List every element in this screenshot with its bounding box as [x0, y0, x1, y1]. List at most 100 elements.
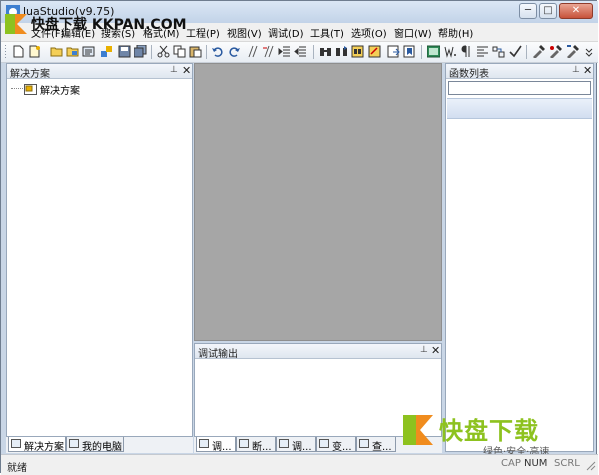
save-all-icon[interactable]	[134, 45, 147, 58]
uncomment-icon[interactable]	[262, 45, 275, 58]
replace-icon[interactable]	[368, 45, 381, 58]
new-file-icon[interactable]	[12, 45, 25, 58]
pin-icon[interactable]: ⊥	[572, 65, 580, 76]
tab-breakpoints[interactable]: 断...	[236, 437, 276, 453]
variables-tab-icon	[319, 439, 329, 448]
maximize-button[interactable]: □	[539, 3, 557, 19]
app-window: luaStudio(v9.75) ─ □ ✕ 快盘下载 KKPAN.COM 文件…	[0, 0, 598, 475]
tab-variables-label: 变...	[332, 442, 352, 453]
tab-watch[interactable]: 查...	[356, 437, 396, 453]
goto-line-icon[interactable]	[387, 45, 400, 58]
tab-watch-label: 查...	[372, 442, 392, 453]
tree-item-solution[interactable]: 解决方案	[40, 82, 80, 97]
indent-icon[interactable]	[278, 45, 291, 58]
debug-pane-header: 调试输出 ⊥ ✕	[195, 344, 441, 360]
open-recent-icon[interactable]	[82, 45, 95, 58]
new-project-icon[interactable]	[28, 45, 41, 58]
editor-area[interactable]	[194, 63, 442, 341]
compile-icon[interactable]	[532, 45, 545, 58]
output-window-icon[interactable]	[427, 45, 440, 58]
solution-folder-icon	[24, 84, 37, 95]
solution-pane-title: 解决方案	[10, 69, 50, 80]
build-all-icon[interactable]	[566, 45, 579, 58]
tab-debug[interactable]: 调...	[196, 437, 236, 453]
debug-pane-title: 调试输出	[198, 349, 238, 360]
resize-grip-icon[interactable]	[585, 460, 596, 471]
tab-solution-label: 解决方案	[24, 442, 64, 453]
bookmark-icon[interactable]	[403, 45, 416, 58]
paragraph-icon[interactable]	[460, 45, 473, 58]
toolbar-overflow-icon[interactable]	[583, 45, 596, 58]
solution-pane-header: 解决方案 ⊥ ✕	[7, 64, 192, 80]
find-icon[interactable]	[319, 45, 332, 58]
pin-icon[interactable]: ⊥	[420, 345, 428, 356]
menu-options[interactable]: 选项(O)	[351, 25, 387, 40]
tab-variables[interactable]: 变...	[316, 437, 356, 453]
toolbar-separator	[421, 45, 422, 59]
menu-tools[interactable]: 工具(T)	[310, 25, 344, 40]
open-folder-icon[interactable]	[50, 45, 63, 58]
solution-tab-icon	[11, 439, 21, 448]
toolbar-separator	[526, 45, 527, 59]
function-list-pane: 函数列表 ⊥ ✕	[445, 63, 594, 452]
whitespace-icon[interactable]	[444, 45, 457, 58]
close-pane-icon[interactable]: ✕	[182, 64, 191, 77]
syntax-check-icon[interactable]	[509, 45, 522, 58]
pin-icon[interactable]: ⊥	[170, 65, 178, 76]
paste-icon[interactable]	[189, 45, 202, 58]
save-icon[interactable]	[118, 45, 131, 58]
scrl-indicator: SCRL	[554, 458, 580, 469]
menu-debug[interactable]: 调试(D)	[268, 25, 304, 40]
function-pane-header: 函数列表 ⊥ ✕	[446, 64, 593, 80]
function-filter-input[interactable]	[448, 81, 591, 95]
open-project-icon[interactable]	[66, 45, 79, 58]
computer-icon	[69, 439, 79, 448]
menu-help[interactable]: 帮助(H)	[438, 25, 473, 40]
kkpan-logo-icon	[5, 14, 27, 34]
num-indicator: NUM	[524, 458, 548, 469]
toolbar-separator	[313, 45, 314, 59]
toolbar-grip[interactable]	[5, 45, 6, 59]
kkpan-badge-icon	[403, 415, 433, 445]
solution-tree: 解决方案	[11, 82, 186, 97]
function-pane-title: 函数列表	[449, 69, 489, 80]
build-icon[interactable]	[549, 45, 562, 58]
tab-breakpoints-label: 断...	[252, 442, 272, 453]
debug-tab-icon	[199, 439, 209, 448]
close-pane-icon[interactable]: ✕	[583, 64, 592, 77]
status-text: 就绪	[7, 463, 27, 474]
brand-main-text: 快盘下载	[439, 417, 539, 445]
status-bar: 就绪 CAP NUM SCRL	[1, 454, 598, 475]
menu-window[interactable]: 窗口(W)	[394, 25, 432, 40]
callstack-tab-icon	[279, 439, 289, 448]
close-button[interactable]: ✕	[559, 3, 593, 19]
tab-size-icon[interactable]	[492, 45, 505, 58]
breakpoint-tab-icon	[239, 439, 249, 448]
find-next-icon[interactable]	[335, 45, 348, 58]
cut-icon[interactable]	[157, 45, 170, 58]
copy-icon[interactable]	[173, 45, 186, 58]
tree-connector	[11, 88, 23, 89]
toolbar-separator	[151, 45, 152, 59]
tab-my-computer-label: 我的电脑	[82, 442, 122, 453]
minimize-button[interactable]: ─	[519, 3, 537, 19]
undo-icon[interactable]	[211, 45, 224, 58]
watch-tab-icon	[359, 439, 369, 448]
project-settings-icon[interactable]	[100, 45, 113, 58]
toolbar	[1, 42, 598, 63]
toolbar-separator	[206, 45, 207, 59]
tab-callstack[interactable]: 调...	[276, 437, 316, 453]
menu-view[interactable]: 视图(V)	[227, 25, 262, 40]
find-in-files-icon[interactable]	[351, 45, 364, 58]
comment-icon[interactable]	[246, 45, 259, 58]
tab-solution[interactable]: 解决方案	[8, 437, 66, 453]
tab-my-computer[interactable]: 我的电脑	[66, 437, 124, 453]
watermark-text: 快盘下载 KKPAN.COM	[31, 17, 187, 33]
outdent-icon[interactable]	[294, 45, 307, 58]
kkpan-brand-badge: 快盘下载 绿色·安全·高速	[401, 409, 571, 459]
redo-icon[interactable]	[228, 45, 241, 58]
tab-debug-label: 调...	[212, 442, 232, 453]
close-pane-icon[interactable]: ✕	[431, 344, 440, 357]
column-select-icon[interactable]	[476, 45, 489, 58]
menu-project[interactable]: 工程(P)	[186, 25, 220, 40]
